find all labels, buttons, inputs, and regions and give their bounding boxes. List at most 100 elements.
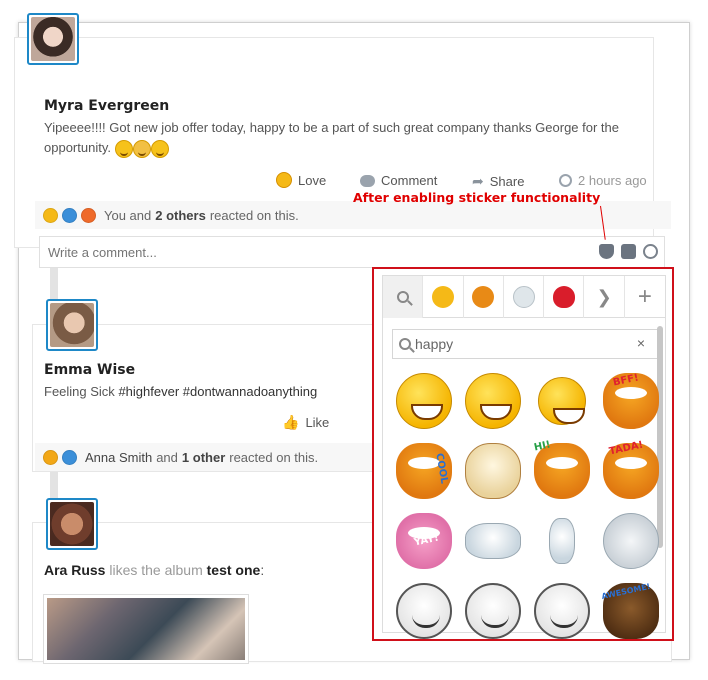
thumbs-up-icon: 👍: [282, 414, 300, 430]
share-label: Share: [489, 174, 525, 189]
tab-next[interactable]: ❯: [584, 276, 625, 318]
reaction-suffix: reacted on this.: [209, 207, 299, 223]
comment-tools: [599, 244, 658, 259]
dancing-smiley-icon: [537, 377, 586, 425]
like-label: Like: [305, 415, 330, 430]
olaf-round-icon: [602, 513, 659, 569]
meme-face-laugh-icon: [464, 583, 521, 639]
reaction-prefix: You and: [104, 207, 152, 223]
sticker-olaf-standing[interactable]: [527, 506, 596, 576]
avatar[interactable]: [46, 498, 98, 550]
avatar-photo: [50, 303, 94, 347]
sticker-garfield-yay[interactable]: YAY!: [389, 506, 458, 576]
odie-dog-icon: [464, 443, 521, 499]
sticker-garfield-cool[interactable]: COOL: [389, 436, 458, 506]
comment-icon: [360, 174, 375, 187]
reaction-user[interactable]: Anna Smith: [85, 450, 152, 465]
garfield-hi-icon: HI!: [533, 439, 590, 499]
reaction-summary[interactable]: You and 2 others reacted on this.: [35, 201, 671, 229]
avatar[interactable]: [46, 299, 98, 351]
party-emoji-icon: [132, 139, 151, 158]
sticker-big-grin-smiley[interactable]: [389, 366, 458, 436]
sticker-panel: ❯ + × BFF! COOL HI! TADA! YAY! AWESOM: [372, 267, 674, 641]
sticker-dancing-smiley[interactable]: [527, 366, 596, 436]
post-author[interactable]: Myra Evergreen: [44, 98, 169, 114]
sticker-tabs: ❯ +: [383, 276, 665, 318]
search-icon: [396, 291, 409, 303]
sticker-label: BFF!: [611, 372, 640, 389]
sticker-kung-fu-panda-awesome[interactable]: AWESOME!: [596, 576, 665, 646]
like-reaction-icon: [62, 207, 77, 223]
meme-face-shy-icon: [533, 583, 590, 639]
clear-search-icon[interactable]: ×: [637, 335, 645, 351]
sticker-meme-face-laugh[interactable]: [458, 576, 527, 646]
sad-reaction-icon: [43, 449, 58, 465]
camera-icon[interactable]: [621, 244, 636, 259]
sticker-meme-face-shy[interactable]: [527, 576, 596, 646]
sticker-peace-sign-smiley[interactable]: [458, 366, 527, 436]
emoji-smile-icon[interactable]: [643, 244, 658, 259]
sticker-label: HI!: [532, 439, 552, 454]
hashtags[interactable]: #highfever #dontwannadoanything: [118, 384, 317, 399]
tab-snowman-pack[interactable]: [504, 276, 545, 318]
tab-garfield-pack[interactable]: [464, 276, 504, 318]
reaction-count[interactable]: 1 other: [182, 450, 225, 465]
post-author[interactable]: Emma Wise: [44, 362, 135, 378]
reaction-suffix: reacted on this.: [229, 449, 319, 465]
smiley-emoji-icon: [114, 139, 133, 158]
share-button[interactable]: ➦ Share: [472, 173, 524, 190]
sticker-label: COOL: [432, 452, 449, 485]
love-label: Love: [298, 172, 327, 188]
sticker-search: ×: [392, 329, 658, 359]
sticker-garfield-tada[interactable]: TADA!: [596, 436, 665, 506]
reaction-count[interactable]: 2 others: [155, 208, 206, 223]
olaf-lying-icon: [464, 523, 521, 559]
sticker-garfield-hi[interactable]: HI!: [527, 436, 596, 506]
garfield-tada-icon: TADA!: [602, 440, 659, 499]
sticker-mask-icon[interactable]: [599, 244, 614, 259]
chevron-right-icon: ❯: [596, 286, 612, 307]
tab-heart-pack[interactable]: [544, 276, 585, 318]
avatar-photo: [31, 17, 75, 61]
love-button[interactable]: Love: [276, 172, 326, 188]
share-icon: ➦: [472, 173, 484, 189]
search-icon: [399, 338, 411, 350]
reaction-mid: and: [156, 449, 178, 465]
annotation-label: After enabling sticker functionality: [353, 190, 601, 205]
tab-search[interactable]: [383, 276, 424, 318]
love-icon: [276, 172, 292, 188]
time-label: 2 hours ago: [578, 173, 647, 188]
like-reaction-icon: [62, 449, 77, 465]
sticker-olaf-round[interactable]: [596, 506, 665, 576]
activity-text: likes the album: [109, 562, 203, 578]
activity-line: Ara Russ likes the album test one:: [44, 560, 264, 580]
album-thumbnail[interactable]: [43, 594, 249, 664]
post-timestamp[interactable]: 2 hours ago: [559, 173, 647, 188]
avatar-photo: [50, 502, 94, 546]
garfield-cool-icon: COOL: [395, 443, 452, 499]
like-button[interactable]: 👍 Like: [282, 414, 329, 431]
comment-box: [39, 236, 665, 268]
album-image: [47, 598, 245, 660]
meme-face-happy-icon: [395, 583, 452, 639]
post-author[interactable]: Ara Russ: [44, 562, 105, 578]
tab-add[interactable]: +: [625, 276, 665, 318]
garfield-yay-icon: YAY!: [395, 513, 452, 569]
sticker-olaf-lying[interactable]: [458, 506, 527, 576]
comment-button[interactable]: Comment: [360, 173, 437, 188]
avatar[interactable]: [27, 13, 79, 65]
sticker-label: AWESOME!: [600, 581, 651, 602]
tab-emoji-pack[interactable]: [423, 276, 464, 318]
comment-input[interactable]: [48, 244, 568, 260]
olaf-standing-icon: [548, 518, 575, 564]
sticker-meme-face-happy[interactable]: [389, 576, 458, 646]
sticker-search-input[interactable]: [415, 336, 625, 352]
sticker-odie-dog[interactable]: [458, 436, 527, 506]
sticker-picker: ❯ + × BFF! COOL HI! TADA! YAY! AWESOM: [382, 275, 666, 639]
plus-icon: +: [637, 283, 652, 310]
colon: :: [260, 562, 265, 578]
album-name[interactable]: test one: [207, 562, 261, 578]
sticker-garfield-bff[interactable]: BFF!: [596, 366, 665, 436]
garfield-bff-icon: BFF!: [602, 372, 659, 429]
emoji-pack-icon: [431, 286, 454, 308]
